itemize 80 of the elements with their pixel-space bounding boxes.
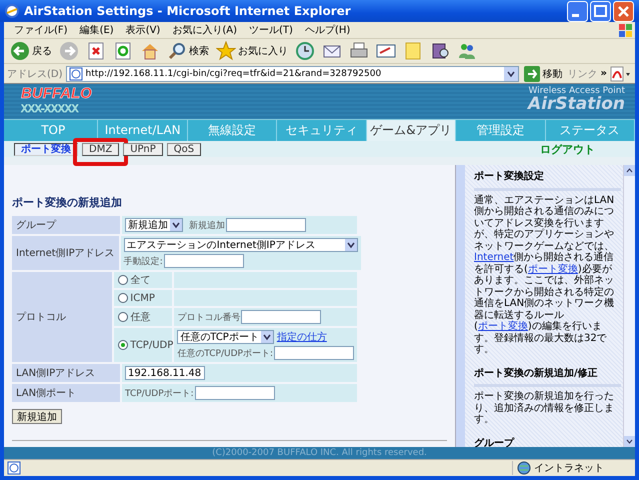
address-label: アドレス(D) [7, 68, 63, 80]
toolbar-button[interactable]: 戻る [8, 41, 54, 61]
scroll-down-icon [624, 436, 635, 447]
help-link[interactable]: Internet [474, 252, 514, 263]
help-heading: ポート変換設定 [474, 171, 621, 190]
refresh-icon[interactable] [113, 41, 133, 61]
toolbar-button[interactable]: お気に入り [214, 41, 290, 61]
help-text: 通常、エアステーションはLAN側から開始される通信のみについてアドレス変換を行いますが、特定のアプリケーションやネットワークゲームなどでは、 Internet側から開始される通信を許可する(ポート変換)必要があります。ここでは、外部ネットワークから開始される特定の通信をLAN側のネットワーク機器に転送するルール(ポート変換)の編集を行います。登録情報の最大数は32です。 [474, 194, 616, 356]
nav-tab[interactable]: ゲーム&アプリ [366, 120, 456, 141]
scrollbar[interactable] [455, 165, 465, 447]
minimize-icon[interactable] [567, 0, 588, 22]
menu-item[interactable]: ファイル(F) [8, 23, 74, 37]
close-icon[interactable] [613, 0, 634, 22]
house-icon[interactable] [140, 41, 160, 61]
window-title: AirStation Settings - Microsoft Internet Explorer [24, 4, 352, 18]
field-label: TCP/UDPポート: [125, 388, 194, 400]
page-icon [7, 461, 21, 475]
page-icon [68, 66, 83, 80]
menu-item[interactable]: お気に入り(A) [166, 23, 243, 37]
ie-icon [5, 4, 19, 18]
help-link[interactable]: 指定の仕方 [276, 330, 327, 344]
radio-button[interactable] [118, 293, 128, 303]
dropdown[interactable]: 新規追加 [125, 218, 183, 232]
go-button[interactable]: 移動 [522, 66, 565, 82]
book-icon[interactable] [430, 41, 450, 61]
copyright-text: (C)2000-2007 BUFFALO INC. All rights reserved. [4, 447, 635, 459]
model-name: XXX-XXXXX [21, 104, 80, 115]
sub-tab[interactable]: ポート変換 [14, 142, 78, 156]
history-icon[interactable] [295, 41, 315, 61]
help-heading: ポート変換の新規追加/修正 [474, 368, 621, 387]
row-label: グループ [12, 216, 120, 234]
maximize-icon[interactable] [590, 0, 611, 22]
go-arrow-icon [524, 66, 540, 82]
field-label: プロトコル番号 [177, 311, 240, 324]
scrollbar[interactable] [623, 165, 635, 447]
input-field[interactable] [194, 386, 275, 400]
input-field[interactable] [226, 218, 306, 232]
help-text: ポート変換の新規追加を行ったり、追加済みの情報を修正します。 [474, 391, 615, 426]
people-icon[interactable] [457, 41, 477, 61]
logout-link[interactable]: ログアウト [540, 142, 595, 156]
field-label: 手動設定: [124, 256, 163, 268]
globe-icon [517, 461, 531, 475]
sub-tab[interactable]: QoS [166, 142, 202, 156]
menu-item[interactable]: ツール(T) [243, 23, 299, 37]
row-label: プロトコル [12, 272, 112, 362]
brand-logo: BUFFALO [21, 86, 92, 102]
dropdown[interactable]: 任意のTCPポート [177, 330, 274, 344]
menu-item[interactable]: ヘルプ(H) [298, 23, 356, 37]
zone-indicator: イントラネット [512, 461, 632, 475]
dropdown[interactable]: エアステーションのInternet側IPアドレス [124, 238, 358, 252]
row-label: LAN側ポート [12, 384, 120, 402]
help-link[interactable]: ポート変換 [478, 321, 528, 332]
product-name: AirStation [528, 96, 625, 113]
address-field[interactable]: http://192.168.11.1/cgi-bin/cgi?req=tfr&id=21&rand=328792500 [66, 66, 519, 82]
field-label: 任意のTCP/UDPポート: [177, 348, 273, 360]
scroll-up-icon [624, 165, 635, 176]
row-label: Internet側IPアドレス [12, 236, 119, 270]
field-label: 新規追加 [189, 220, 225, 232]
star-icon [216, 41, 236, 61]
sub-tab[interactable]: UPnP [123, 142, 163, 156]
more-chevron[interactable]: » [600, 68, 607, 79]
input-field[interactable] [164, 254, 244, 268]
help-link[interactable]: ポート変換 [528, 264, 578, 274]
add-button[interactable]: 新規追加 [12, 409, 62, 424]
toolbar-button[interactable]: 検索 [165, 41, 211, 61]
radio-button[interactable] [118, 340, 128, 350]
banner-subtitle: Wireless Access Point [528, 86, 625, 96]
input-field[interactable] [241, 310, 322, 324]
stop-icon[interactable] [86, 41, 106, 61]
radio-button[interactable] [118, 312, 128, 322]
menu-item[interactable]: 編集(E) [74, 23, 120, 37]
row-label: LAN側IPアドレス [12, 364, 120, 382]
radio-button[interactable] [118, 275, 128, 285]
section-title: ポート変換の新規追加 [12, 195, 123, 210]
menu-item[interactable]: 表示(V) [120, 23, 166, 37]
search-icon [167, 41, 187, 61]
sub-tab[interactable]: DMZ [82, 142, 120, 156]
input-field[interactable]: 192.168.11.48 [125, 366, 205, 380]
windows-flag-icon [617, 22, 635, 38]
input-field[interactable] [274, 346, 354, 360]
